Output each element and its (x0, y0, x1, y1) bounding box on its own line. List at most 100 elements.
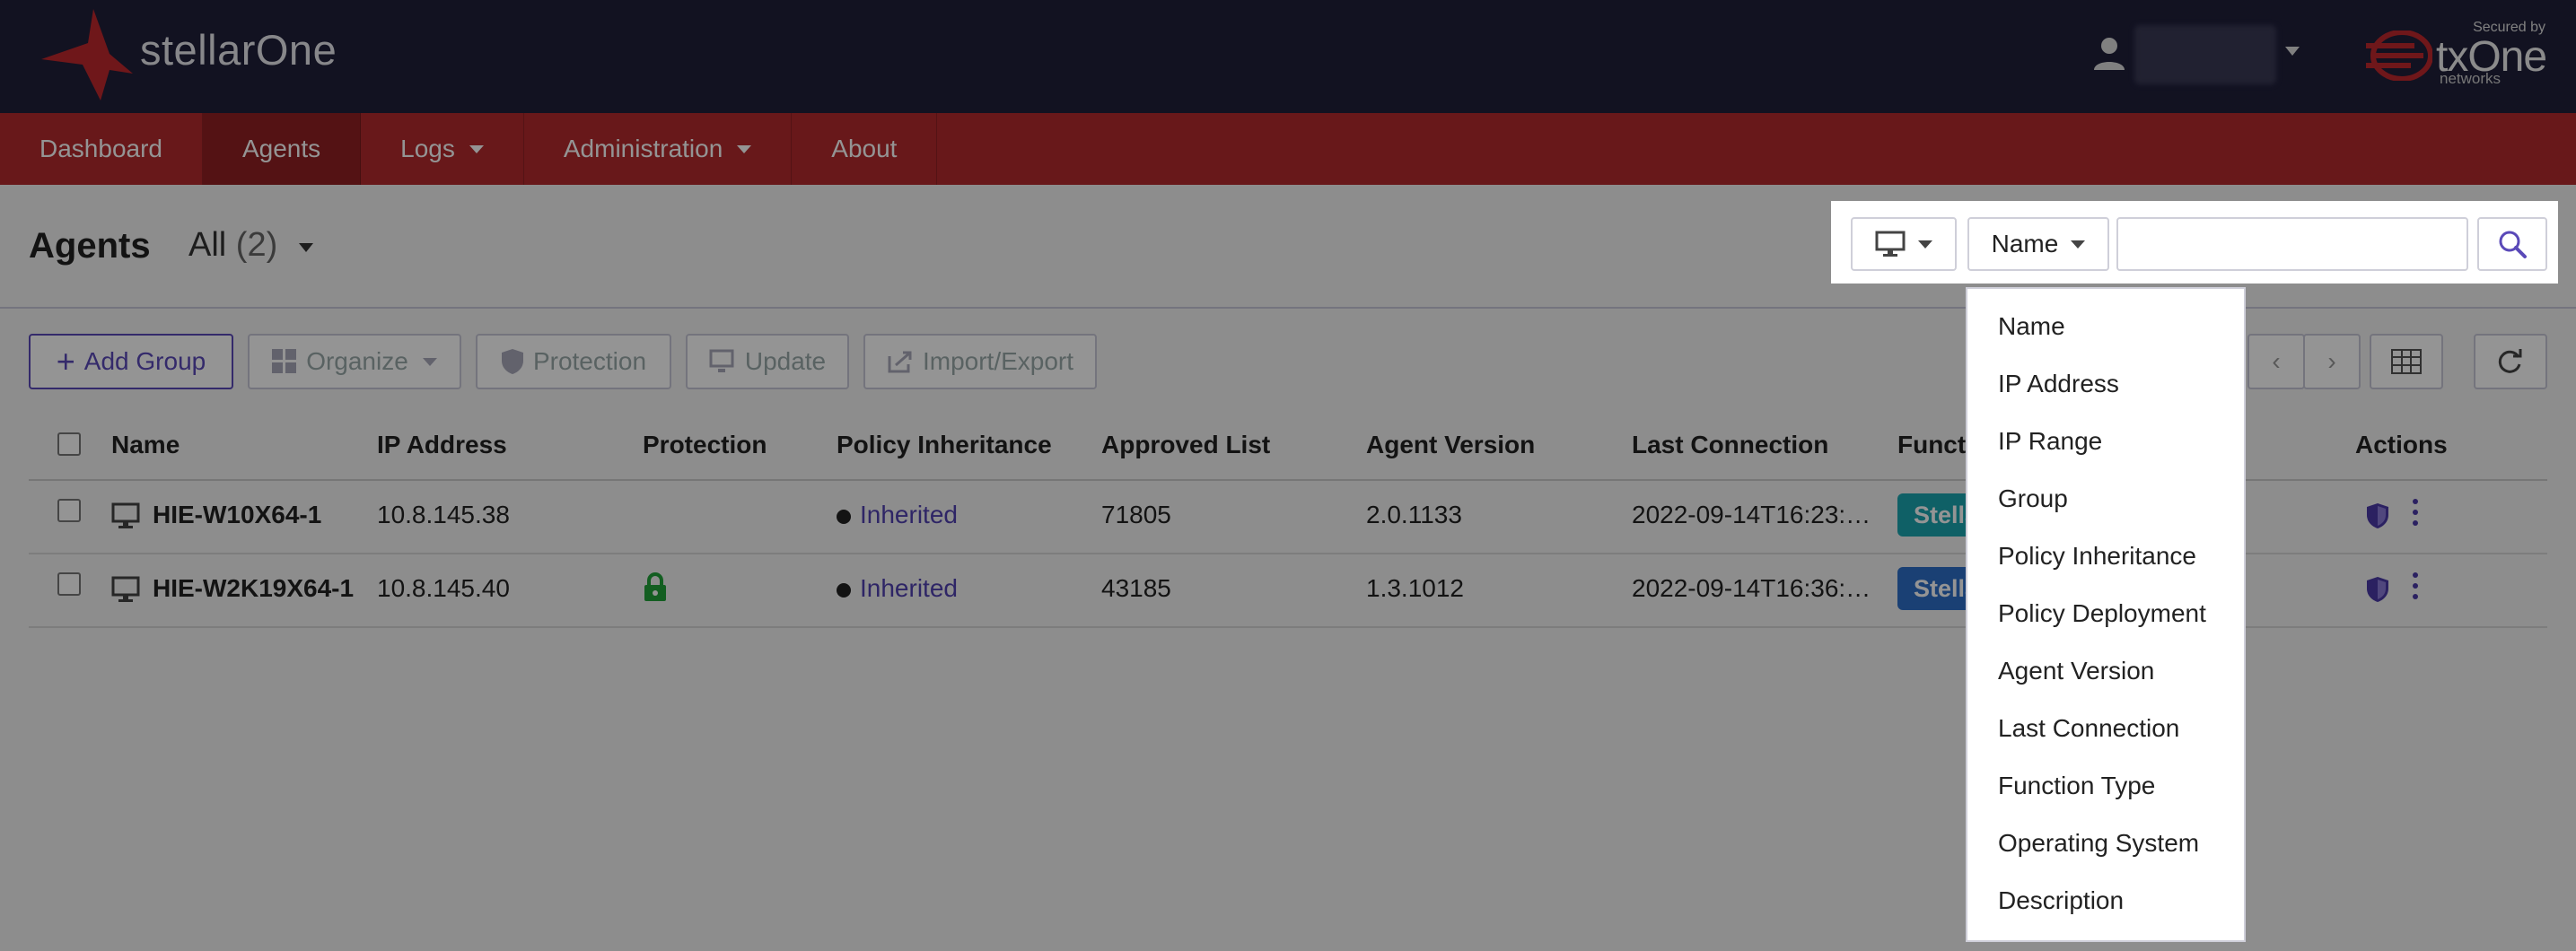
column-last-connection[interactable]: Last Connection (1632, 431, 1828, 459)
top-bar: stellarOne Secured by txOne networks (0, 0, 2576, 113)
column-ip-address[interactable]: IP Address (377, 431, 507, 459)
computer-icon (111, 576, 140, 602)
stellarone-logo-icon (41, 9, 133, 100)
shield-icon (501, 349, 523, 374)
table-icon (2391, 349, 2422, 374)
agent-name[interactable]: HIE-W2K19X64-1 (153, 574, 354, 603)
column-approved-list[interactable]: Approved List (1101, 431, 1270, 459)
policy-inheritance-link[interactable]: Inherited (860, 574, 958, 602)
column-name[interactable]: Name (111, 431, 180, 459)
status-dot-icon (837, 582, 851, 598)
column-policy-inheritance[interactable]: Policy Inheritance (837, 431, 1052, 459)
nav-about-label: About (831, 135, 898, 162)
agent-version: 1.3.1012 (1366, 574, 1464, 602)
chevron-down-icon[interactable] (2285, 47, 2300, 56)
option-policy-inheritance[interactable]: Policy Inheritance (1967, 528, 2244, 585)
nav-dashboard-label: Dashboard (39, 135, 162, 162)
approved-list-count: 43185 (1101, 574, 1171, 602)
user-icon[interactable] (2091, 36, 2127, 72)
computer-icon (111, 502, 140, 528)
agent-name[interactable]: HIE-W10X64-1 (153, 501, 321, 529)
agent-ip: 10.8.145.40 (377, 574, 510, 602)
option-function-type[interactable]: Function Type (1967, 757, 2244, 815)
search-field-select[interactable]: Name (1967, 217, 2109, 271)
lock-icon (644, 572, 666, 601)
option-ip-range[interactable]: IP Range (1967, 413, 2244, 470)
chevron-down-icon[interactable] (299, 243, 313, 252)
option-description[interactable]: Description (1967, 872, 2244, 929)
add-group-label: Add Group (83, 347, 206, 375)
column-protection[interactable]: Protection (643, 431, 767, 459)
search-field-dropdown: Name IP Address IP Range Group Policy In… (1966, 287, 2246, 942)
option-policy-deployment[interactable]: Policy Deployment (1967, 585, 2244, 642)
user-name-redacted[interactable] (2134, 25, 2276, 84)
search-button[interactable] (2477, 217, 2547, 271)
chevron-down-icon (469, 144, 484, 153)
export-icon (888, 351, 912, 373)
refresh-icon (2498, 349, 2522, 373)
column-function-type[interactable]: Funct (1897, 431, 1966, 459)
organize-label: Organize (306, 347, 408, 375)
search-field-selected: Name (1991, 230, 2059, 257)
txone-logo-icon (2366, 31, 2432, 81)
shield-action-icon[interactable] (2366, 576, 2389, 603)
prev-page-button[interactable]: ‹ (2247, 334, 2305, 389)
row-checkbox[interactable] (57, 572, 81, 596)
monitor-update-icon (709, 349, 734, 372)
option-agent-version[interactable]: Agent Version (1967, 642, 2244, 700)
option-operating-system[interactable]: Operating System (1967, 815, 2244, 872)
organize-button[interactable]: Organize (248, 334, 461, 389)
chevron-right-icon: › (2327, 347, 2336, 375)
policy-inheritance-cell: Inherited (837, 574, 958, 603)
chevron-down-icon (2071, 240, 2086, 249)
nav-administration-label: Administration (563, 135, 723, 162)
plus-icon: + (56, 343, 75, 380)
option-last-connection[interactable]: Last Connection (1967, 700, 2244, 757)
row-checkbox[interactable] (57, 499, 81, 522)
chevron-down-icon (1918, 240, 1932, 249)
group-filter[interactable]: All (2) (188, 226, 277, 265)
status-dot-icon (837, 509, 851, 524)
update-button[interactable]: Update (686, 334, 849, 389)
import-export-button[interactable]: Import/Export (863, 334, 1097, 389)
monitor-icon (1875, 231, 1906, 257)
nav-agents-label: Agents (241, 135, 321, 162)
option-name[interactable]: Name (1967, 298, 2244, 355)
agent-version: 2.0.1133 (1366, 501, 1462, 528)
nav-about[interactable]: About (792, 113, 938, 185)
chevron-down-icon (737, 144, 752, 153)
protection-button[interactable]: Protection (476, 334, 671, 389)
search-icon (2499, 231, 2527, 258)
nav-administration[interactable]: Administration (524, 113, 793, 185)
shield-action-icon[interactable] (2366, 502, 2389, 529)
policy-inheritance-link[interactable]: Inherited (860, 501, 958, 528)
more-options-icon[interactable] (2413, 572, 2418, 603)
next-page-button[interactable]: › (2303, 334, 2361, 389)
chevron-down-icon (422, 357, 437, 366)
more-options-icon[interactable] (2413, 499, 2418, 529)
main-nav: Dashboard Agents Logs Administration Abo… (0, 113, 2576, 185)
option-ip-address[interactable]: IP Address (1967, 355, 2244, 413)
vendor-sub: networks (2440, 70, 2502, 87)
select-all-checkbox[interactable] (57, 432, 81, 456)
device-type-select[interactable] (1851, 217, 1957, 271)
nav-logs[interactable]: Logs (361, 113, 524, 185)
nav-agents[interactable]: Agents (202, 113, 362, 185)
last-connection: 2022-09-14T16:36:… (1632, 574, 1871, 602)
protection-label: Protection (532, 347, 647, 375)
import-export-label: Import/Export (922, 347, 1074, 375)
refresh-button[interactable] (2474, 334, 2547, 389)
policy-inheritance-cell: Inherited (837, 501, 958, 529)
nav-dashboard[interactable]: Dashboard (0, 113, 203, 185)
brand-name: stellarOne (140, 26, 337, 74)
agent-ip: 10.8.145.38 (377, 501, 510, 528)
column-settings-button[interactable] (2370, 334, 2443, 389)
chevron-left-icon: ‹ (2272, 347, 2281, 375)
search-panel: Name (1831, 201, 2558, 284)
approved-list-count: 71805 (1101, 501, 1171, 528)
column-agent-version[interactable]: Agent Version (1366, 431, 1535, 459)
column-actions: Actions (2355, 431, 2448, 458)
add-group-button[interactable]: + Add Group (29, 334, 233, 389)
search-input[interactable] (2116, 217, 2468, 271)
option-group[interactable]: Group (1967, 470, 2244, 528)
